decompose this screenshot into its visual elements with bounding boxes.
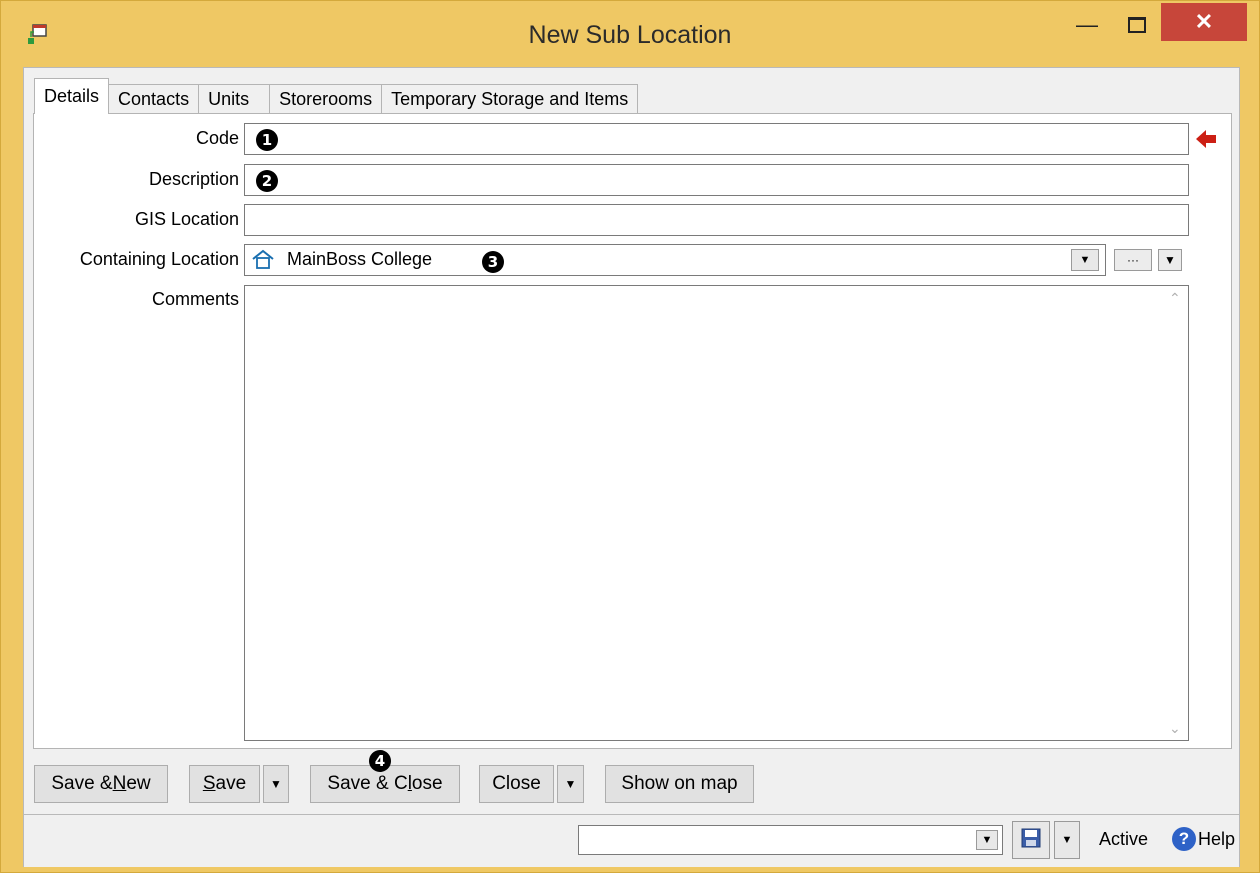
status-dropdown-arrow[interactable]: ▼	[976, 830, 998, 850]
browse-dropdown-button[interactable]: ▼	[1158, 249, 1182, 271]
floppy-disk-icon	[1020, 827, 1042, 854]
chevron-down-icon: ▼	[981, 834, 993, 846]
code-label: Code	[195, 128, 239, 148]
minimize-button[interactable]: —	[1063, 5, 1111, 45]
house-icon	[251, 248, 275, 275]
details-panel: Code 1 Description 2 GIS Location Contai…	[33, 113, 1232, 749]
tab-units[interactable]: Units	[198, 84, 271, 114]
tab-temporary-storage-and-items[interactable]: Temporary Storage and Items	[381, 84, 639, 114]
save-label: ave	[215, 773, 247, 794]
containing-location-value: MainBoss College	[287, 249, 433, 269]
chevron-down-icon: ▼	[1061, 834, 1073, 846]
close-icon: ✕	[1194, 9, 1214, 34]
callout-4: 4	[369, 750, 391, 772]
save-and-new-button[interactable]: Save & New	[34, 765, 168, 803]
title-bar: New Sub Location — ✕	[1, 1, 1259, 65]
combo-dropdown-button[interactable]: ▼	[1071, 249, 1099, 271]
chevron-down-icon: ▼	[564, 777, 577, 791]
help-label: Help	[1198, 828, 1236, 849]
callout-2: 2	[256, 170, 278, 192]
close-window-button[interactable]: ✕	[1161, 3, 1247, 41]
scroll-up-icon[interactable]: ⌃	[1169, 290, 1181, 307]
save-and-close-label-pre: Save & C	[327, 773, 408, 794]
save-dropdown-button[interactable]: ▼	[263, 765, 289, 803]
gis-location-field[interactable]	[244, 204, 1189, 236]
chevron-down-icon: ▼	[1164, 253, 1176, 267]
containing-location-label: Containing Location	[79, 249, 239, 269]
close-dropdown-button[interactable]: ▼	[557, 765, 584, 803]
minimize-icon: —	[1076, 12, 1098, 37]
status-text: Active	[1099, 829, 1149, 849]
status-bar: ▼ ▼ Active ? Help	[24, 814, 1239, 867]
save-and-close-label-post: ose	[411, 773, 443, 794]
chevron-down-icon: ▼	[270, 777, 282, 791]
status-dropdown[interactable]: ▼	[578, 825, 1003, 855]
callout-3: 3	[482, 251, 504, 273]
tab-storerooms[interactable]: Storerooms	[269, 84, 383, 114]
maximize-icon	[1128, 17, 1146, 33]
save-mnemonic: S	[202, 773, 216, 794]
containing-location-combo[interactable]: MainBoss College ▼	[244, 244, 1106, 276]
scroll-down-icon[interactable]: ⌄	[1169, 720, 1181, 737]
maximize-button[interactable]	[1113, 5, 1161, 45]
gis-location-label: GIS Location	[134, 209, 239, 229]
close-button[interactable]: Close	[479, 765, 554, 803]
save-and-new-label-post: ew	[126, 773, 151, 794]
save-and-new-label-pre: Save &	[51, 773, 113, 794]
tab-contacts[interactable]: Contacts	[108, 84, 200, 114]
show-on-map-button[interactable]: Show on map	[605, 765, 754, 803]
chevron-down-icon: ▼	[1079, 254, 1091, 266]
description-field[interactable]	[244, 164, 1189, 196]
save-button[interactable]: Save	[189, 765, 260, 803]
code-field[interactable]	[244, 123, 1189, 155]
comments-textarea[interactable]	[244, 285, 1189, 741]
save-state-button[interactable]	[1012, 821, 1050, 859]
required-arrow-icon	[1194, 128, 1218, 155]
tab-details[interactable]: Details	[34, 78, 110, 114]
comments-label: Comments	[151, 289, 239, 309]
tab-strip: Details Contacts Units Storerooms Tempor…	[34, 78, 639, 114]
browse-button[interactable]: ···	[1114, 249, 1152, 271]
help-button[interactable]: ? Help	[1172, 827, 1235, 851]
description-label: Description	[148, 169, 239, 189]
window: New Sub Location — ✕ Details Contacts Un…	[0, 0, 1260, 873]
dialog-client-area: Details Contacts Units Storerooms Tempor…	[23, 67, 1240, 867]
save-and-new-mnemonic: N	[112, 773, 127, 794]
save-state-dropdown[interactable]: ▼	[1054, 821, 1080, 859]
callout-1: 1	[256, 129, 278, 151]
help-icon: ?	[1172, 827, 1196, 851]
